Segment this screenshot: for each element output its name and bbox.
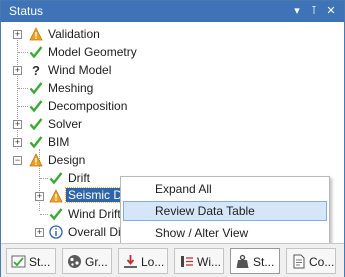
load-icon bbox=[124, 255, 137, 268]
tree-node-design[interactable]: − Design bbox=[1, 151, 341, 169]
tab-label: St... bbox=[253, 255, 275, 269]
tree-node-model-geometry[interactable]: Model Geometry bbox=[1, 43, 341, 61]
expand-icon[interactable]: + bbox=[13, 66, 22, 75]
globe-icon bbox=[68, 255, 81, 268]
expand-icon[interactable]: + bbox=[35, 192, 44, 201]
context-menu: Expand All Review Data Table Show / Alte… bbox=[120, 176, 330, 248]
warning-icon bbox=[29, 27, 43, 41]
tree-connector bbox=[40, 178, 48, 179]
menu-item-label: Show / Alter View bbox=[155, 226, 249, 240]
tab-status[interactable]: St... bbox=[6, 248, 56, 274]
expand-icon[interactable]: + bbox=[13, 30, 22, 39]
close-icon[interactable]: ✕ bbox=[323, 3, 339, 19]
tab-load[interactable]: Lo... bbox=[118, 248, 168, 274]
tab-bar: St... Gr... Lo... Wi... St... Co... bbox=[1, 243, 344, 277]
tree-connector bbox=[40, 214, 48, 215]
menu-item-label: Expand All bbox=[155, 182, 212, 196]
tree-node-label: Drift bbox=[68, 171, 90, 185]
tree-node-label: Decomposition bbox=[48, 99, 128, 113]
check-icon bbox=[49, 208, 63, 221]
tree-connector bbox=[18, 88, 28, 89]
check-icon bbox=[49, 172, 63, 185]
tab-grid[interactable]: Gr... bbox=[62, 248, 112, 274]
tab-label: Co... bbox=[309, 255, 335, 269]
wind-icon bbox=[181, 256, 193, 267]
tree-node-label: Validation bbox=[48, 27, 100, 41]
check-icon bbox=[29, 136, 43, 149]
tree-node-label: Design bbox=[48, 153, 86, 167]
warning-icon bbox=[29, 153, 43, 167]
expand-icon[interactable]: + bbox=[13, 120, 22, 129]
check-icon bbox=[29, 100, 43, 113]
check-icon bbox=[29, 82, 43, 95]
tree-node-validation[interactable]: + Validation bbox=[1, 25, 341, 43]
warning-icon bbox=[49, 189, 63, 203]
status-panel: Status ▾ ⊺ ✕ + Validation Model Geometry… bbox=[0, 0, 345, 277]
status-icon bbox=[11, 255, 26, 268]
tab-label: Gr... bbox=[85, 255, 108, 269]
tree-node-label: Model Geometry bbox=[48, 45, 137, 59]
question-icon: ? bbox=[32, 63, 40, 77]
info-icon bbox=[49, 225, 63, 239]
title-bar: Status ▾ ⊺ ✕ bbox=[1, 1, 344, 22]
menu-item-expand-all[interactable]: Expand All bbox=[123, 179, 327, 199]
tab-status-active[interactable]: St... bbox=[230, 248, 280, 274]
pin-icon[interactable]: ⊺ bbox=[306, 3, 322, 19]
tree-node-label: Overall Dis bbox=[68, 225, 127, 239]
tab-label: Lo... bbox=[141, 255, 165, 269]
tree-connector bbox=[18, 106, 28, 107]
tree-node-decomposition[interactable]: Decomposition bbox=[1, 97, 341, 115]
dropdown-icon[interactable]: ▾ bbox=[289, 3, 305, 19]
document-icon bbox=[293, 254, 305, 269]
check-icon bbox=[29, 118, 43, 131]
tree-node-label: BIM bbox=[48, 135, 70, 149]
panel-title: Status bbox=[9, 4, 44, 18]
tree-node-wind-model[interactable]: + ? Wind Model bbox=[1, 61, 341, 79]
menu-item-show-alter-view[interactable]: Show / Alter View bbox=[123, 223, 327, 243]
expand-icon[interactable]: + bbox=[13, 138, 22, 147]
expand-icon[interactable]: + bbox=[35, 228, 44, 237]
tree-node-label: Wind Drift bbox=[68, 207, 121, 221]
svg-text:?: ? bbox=[32, 63, 40, 77]
tree-node-meshing[interactable]: Meshing bbox=[1, 79, 341, 97]
tab-label: St... bbox=[29, 255, 51, 269]
check-icon bbox=[29, 46, 43, 59]
tab-label: Wi... bbox=[197, 255, 221, 269]
tab-column[interactable]: Co... bbox=[286, 248, 336, 274]
tree-node-bim[interactable]: + BIM bbox=[1, 133, 341, 151]
weight-icon bbox=[236, 254, 249, 268]
tree-node-label: Solver bbox=[48, 117, 83, 131]
tree-node-label: Wind Model bbox=[48, 63, 112, 77]
menu-item-review-data-table[interactable]: Review Data Table bbox=[123, 201, 327, 221]
tab-wind[interactable]: Wi... bbox=[174, 248, 224, 274]
tree-node-solver[interactable]: + Solver bbox=[1, 115, 341, 133]
tree-connector bbox=[18, 52, 28, 53]
menu-item-label: Review Data Table bbox=[155, 204, 255, 218]
tree-node-label: Meshing bbox=[48, 81, 94, 95]
collapse-icon[interactable]: − bbox=[13, 156, 22, 165]
